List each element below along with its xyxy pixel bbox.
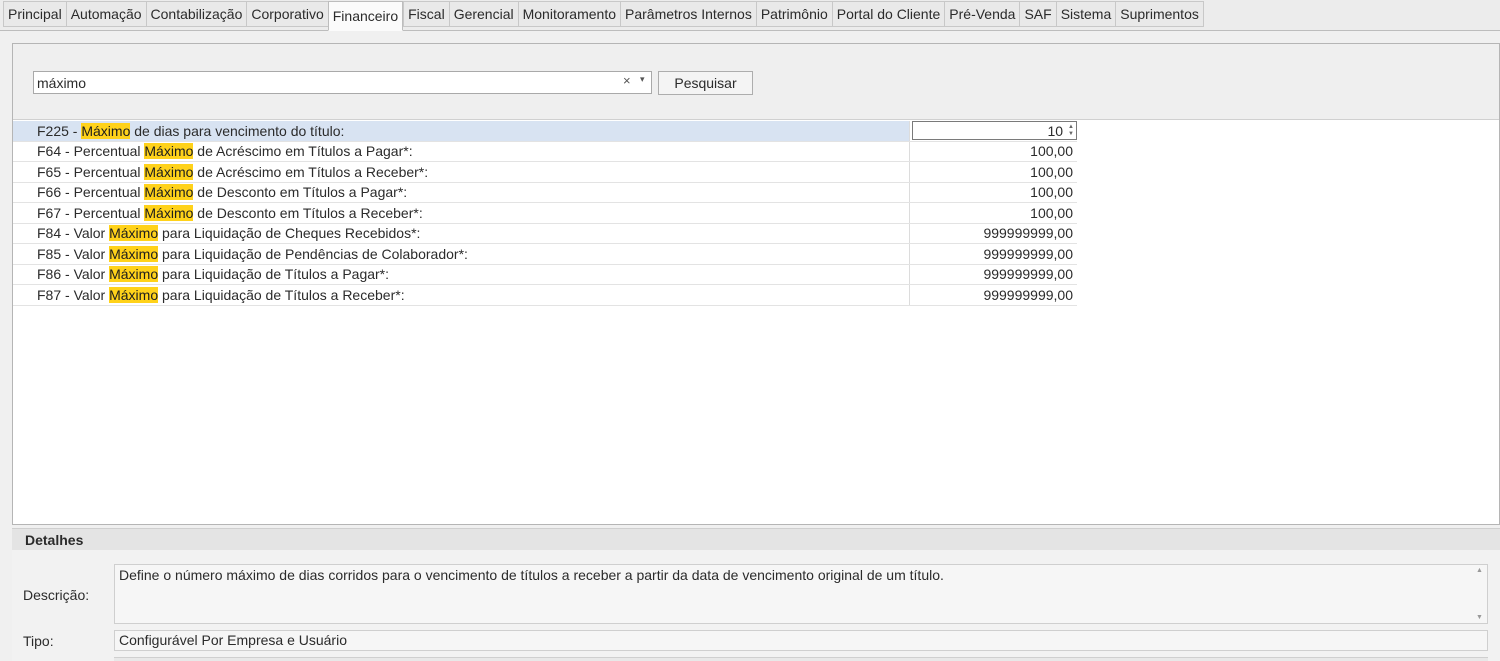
table-row[interactable]: F64 - Percentual Máximo de Acréscimo em … [13, 141, 1077, 162]
parameter-value[interactable]: 10 [1047, 123, 1063, 139]
parameter-value[interactable]: 100,00 [910, 203, 1077, 223]
parameter-label: F86 - Valor Máximo para Liquidação de Tí… [13, 264, 910, 284]
parameter-label-prefix: F84 - Valor [37, 225, 110, 242]
parameter-label-prefix: F64 - Percentual [37, 143, 145, 160]
parameter-label: F64 - Percentual Máximo de Acréscimo em … [13, 141, 910, 161]
spin-down-icon[interactable]: ▼ [1068, 131, 1074, 138]
tab-fiscal[interactable]: Fiscal [403, 1, 449, 27]
parameter-label: F225 - Máximo de dias para vencimento do… [13, 121, 910, 141]
tab-contabilizacao[interactable]: Contabilização [145, 1, 247, 27]
spinner-icon[interactable]: ▲ ▼ [1068, 124, 1074, 138]
parameter-label-suffix: de Acréscimo em Títulos a Receber*: [193, 163, 429, 180]
divider [114, 657, 1488, 661]
tab-sistema[interactable]: Sistema [1055, 1, 1116, 27]
tab-corporativo[interactable]: Corporativo [246, 1, 328, 27]
parameter-value[interactable]: 100,00 [910, 142, 1077, 162]
parameter-value[interactable]: 999999999,00 [910, 244, 1077, 264]
parameters-panel: × ▾ Pesquisar F225 - Máximo de dias para… [12, 43, 1500, 525]
tab-parametros-internos[interactable]: Parâmetros Internos [620, 1, 756, 27]
search-input[interactable] [33, 71, 652, 94]
parameter-label-suffix: para Liquidação de Pendências de Colabor… [158, 245, 468, 262]
parameter-label: F66 - Percentual Máximo de Desconto em T… [13, 182, 910, 202]
parameter-label: F84 - Valor Máximo para Liquidação de Ch… [13, 223, 910, 243]
table-row[interactable]: F84 - Valor Máximo para Liquidação de Ch… [13, 223, 1077, 244]
table-row[interactable]: F85 - Valor Máximo para Liquidação de Pe… [13, 244, 1077, 265]
parameter-value[interactable]: 999999999,00 [910, 285, 1077, 305]
description-field[interactable]: Define o número máximo de dias corridos … [114, 564, 1488, 624]
parameter-label-prefix: F85 - Valor [37, 245, 110, 262]
parameter-label-suffix: para Liquidação de Títulos a Receber*: [158, 286, 405, 303]
tab-portal-do-cliente[interactable]: Portal do Cliente [831, 1, 945, 27]
tab-patrimonio[interactable]: Patrimônio [755, 1, 832, 27]
parameter-value[interactable]: 100,00 [910, 162, 1077, 182]
spin-up-icon[interactable]: ▲ [1068, 124, 1074, 131]
type-label: Tipo: [23, 633, 54, 649]
search-button[interactable]: Pesquisar [658, 71, 753, 95]
parameter-label: F67 - Percentual Máximo de Desconto em T… [13, 203, 910, 223]
tab-automacao[interactable]: Automação [65, 1, 146, 27]
parameter-label-suffix: de Acréscimo em Títulos a Pagar*: [193, 143, 413, 160]
tab-gerencial[interactable]: Gerencial [448, 1, 518, 27]
value-editor[interactable]: 10 ▲ ▼ [912, 121, 1077, 141]
parameter-label-suffix: de Desconto em Títulos a Pagar*: [193, 184, 408, 201]
tab-financeiro[interactable]: Financeiro [327, 1, 404, 31]
parameter-label: F85 - Valor Máximo para Liquidação de Pe… [13, 244, 910, 264]
search-highlight: Máximo [144, 163, 194, 180]
search-highlight: Máximo [81, 122, 131, 139]
parameters-table: F225 - Máximo de dias para vencimento do… [13, 121, 1077, 306]
parameter-label: F87 - Valor Máximo para Liquidação de Tí… [13, 285, 910, 305]
search-highlight: Máximo [109, 286, 159, 303]
parameter-label-prefix: F67 - Percentual [37, 204, 145, 221]
parameter-label-suffix: para Liquidação de Títulos a Pagar*: [158, 266, 390, 283]
parameter-value[interactable]: 999999999,00 [910, 224, 1077, 244]
type-field: Configurável Por Empresa e Usuário [114, 630, 1488, 651]
parameter-label-suffix: de dias para vencimento do título: [130, 122, 345, 139]
table-row[interactable]: F67 - Percentual Máximo de Desconto em T… [13, 203, 1077, 224]
search-highlight: Máximo [109, 245, 159, 262]
details-header: Detalhes [12, 528, 1500, 550]
description-scrollbar[interactable]: ▲ ▼ [1474, 567, 1485, 621]
scroll-down-icon[interactable]: ▼ [1474, 614, 1485, 621]
search-highlight: Máximo [109, 225, 159, 242]
table-row[interactable]: F87 - Valor Máximo para Liquidação de Tí… [13, 285, 1077, 306]
parameter-label-suffix: para Liquidação de Cheques Recebidos*: [158, 225, 421, 242]
tab-monitoramento[interactable]: Monitoramento [517, 1, 620, 27]
tab-bar: Principal Automação Contabilização Corporat… [0, 0, 1500, 31]
search-highlight: Máximo [144, 143, 194, 160]
search-highlight: Máximo [144, 184, 194, 201]
description-label: Descrição: [23, 587, 90, 603]
search-bar: × ▾ Pesquisar [13, 44, 1499, 120]
search-highlight: Máximo [144, 204, 194, 221]
tab-suprimentos[interactable]: Suprimentos [1115, 1, 1204, 27]
clear-icon[interactable]: × [623, 73, 631, 88]
table-row[interactable]: F86 - Valor Máximo para Liquidação de Tí… [13, 264, 1077, 285]
table-row[interactable]: F65 - Percentual Máximo de Acréscimo em … [13, 162, 1077, 183]
table-row[interactable]: F66 - Percentual Máximo de Desconto em T… [13, 182, 1077, 203]
parameter-value[interactable]: 100,00 [910, 183, 1077, 203]
tab-pre-venda[interactable]: Pré-Venda [944, 1, 1020, 27]
tab-principal[interactable]: Principal [3, 1, 66, 27]
parameter-label-prefix: F225 - [37, 122, 82, 139]
details-section: Descrição: Define o número máximo de dia… [12, 550, 1500, 661]
parameter-label-prefix: F86 - Valor [37, 266, 110, 283]
parameter-label-prefix: F65 - Percentual [37, 163, 145, 180]
parameter-label-suffix: de Desconto em Títulos a Receber*: [193, 204, 423, 221]
search-highlight: Máximo [109, 266, 159, 283]
parameter-label-prefix: F87 - Valor [37, 286, 110, 303]
parameter-label: F65 - Percentual Máximo de Acréscimo em … [13, 162, 910, 182]
parameter-value[interactable]: 999999999,00 [910, 265, 1077, 285]
table-row[interactable]: F225 - Máximo de dias para vencimento do… [13, 121, 1077, 142]
tab-saf[interactable]: SAF [1019, 1, 1056, 27]
description-text: Define o número máximo de dias corridos … [119, 567, 944, 583]
scroll-up-icon[interactable]: ▲ [1474, 567, 1485, 574]
parameter-label-prefix: F66 - Percentual [37, 184, 145, 201]
chevron-down-icon[interactable]: ▾ [640, 74, 645, 85]
